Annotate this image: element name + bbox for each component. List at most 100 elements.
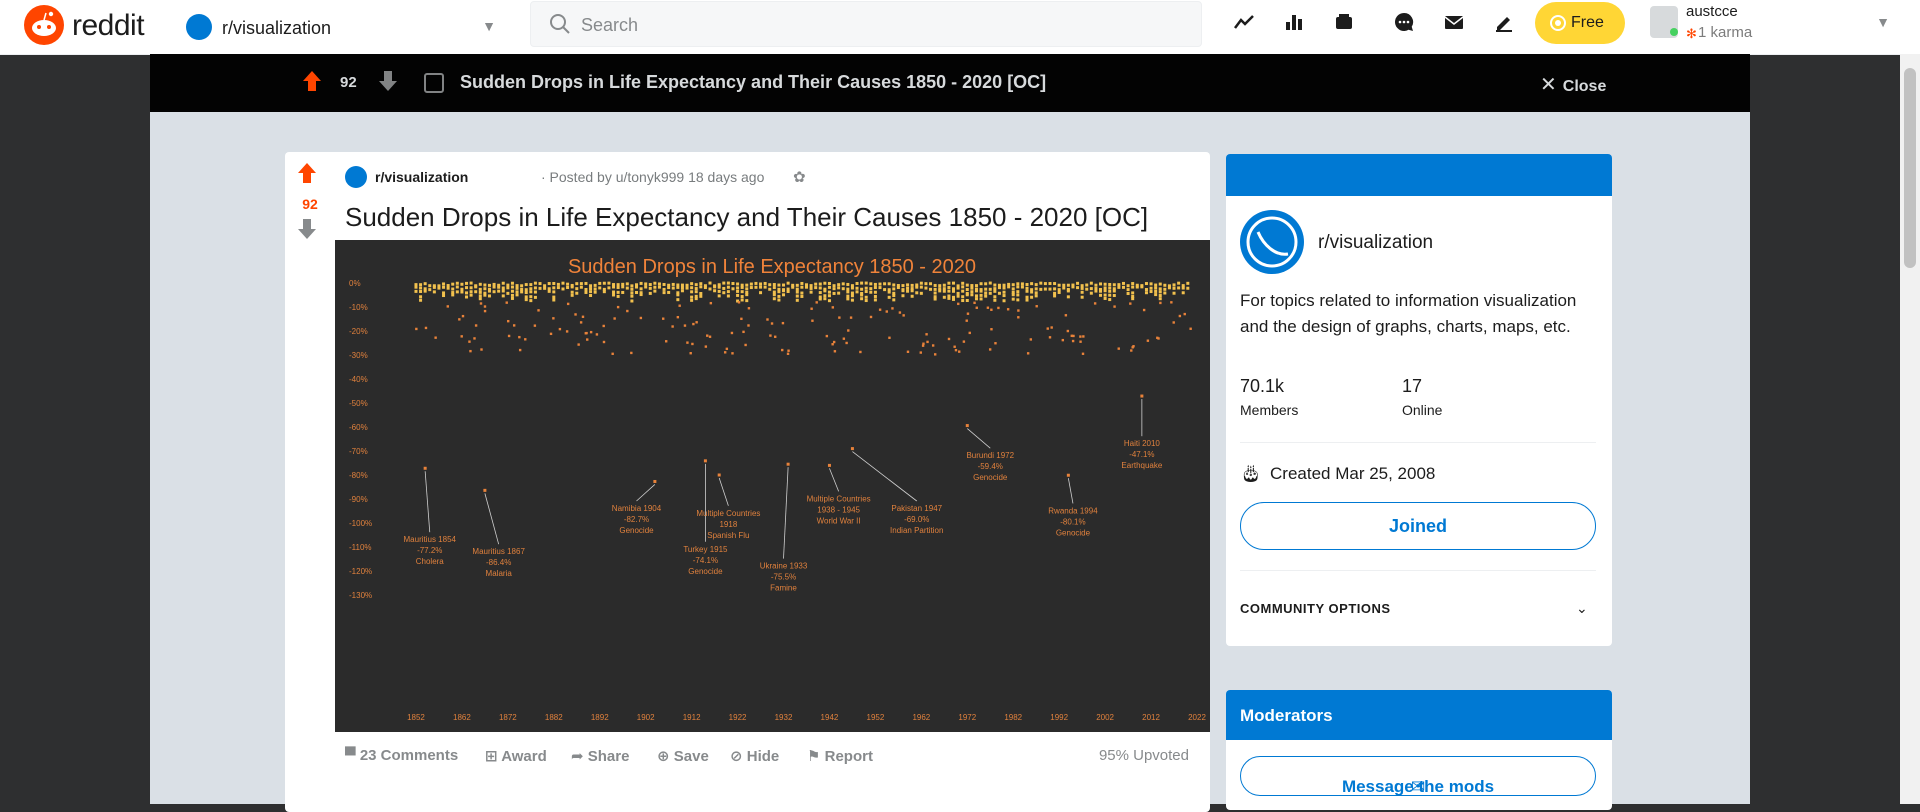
reddit-wordmark[interactable]: reddit bbox=[72, 9, 145, 43]
comments-button[interactable]: ▀ 23 Comments bbox=[345, 747, 458, 764]
drop-marker bbox=[922, 342, 925, 345]
create-post-icon[interactable] bbox=[1488, 10, 1520, 42]
drop-marker bbox=[468, 340, 471, 343]
drop-marker bbox=[1066, 329, 1070, 333]
drop-marker bbox=[1034, 291, 1038, 295]
chevron-down-icon[interactable]: ⌄ bbox=[1576, 600, 1588, 617]
drop-marker bbox=[602, 340, 606, 344]
drop-marker bbox=[726, 290, 730, 294]
drop-marker bbox=[745, 299, 749, 303]
drop-marker bbox=[1089, 291, 1093, 295]
drop-marker bbox=[961, 295, 965, 299]
popular-icon[interactable] bbox=[1278, 10, 1310, 42]
community-selector[interactable]: r/visualization ▼ bbox=[186, 10, 496, 44]
subreddit-link[interactable]: r/visualization bbox=[375, 169, 468, 185]
scrollbar[interactable] bbox=[1900, 54, 1920, 804]
drop-marker bbox=[1177, 286, 1181, 290]
joined-button[interactable]: Joined bbox=[1240, 502, 1596, 550]
share-button[interactable]: ➦ Share bbox=[571, 747, 629, 765]
y-tick-label: -100% bbox=[349, 519, 372, 528]
upvote-arrow-icon[interactable] bbox=[302, 70, 322, 98]
scrollbar-thumb[interactable] bbox=[1904, 68, 1916, 268]
media-icon[interactable] bbox=[1328, 10, 1360, 42]
drop-marker bbox=[575, 291, 579, 295]
drop-marker bbox=[726, 285, 730, 289]
drop-marker bbox=[1085, 283, 1089, 287]
close-button[interactable]: ✕ Close bbox=[1540, 72, 1606, 97]
drop-marker bbox=[593, 287, 597, 291]
drop-marker bbox=[1099, 282, 1103, 286]
downvote-arrow-icon[interactable] bbox=[297, 218, 317, 246]
drop-marker bbox=[653, 285, 657, 289]
event-point bbox=[965, 424, 969, 428]
downvote-arrow-icon[interactable] bbox=[378, 70, 398, 98]
upvote-arrow-icon[interactable] bbox=[297, 162, 317, 190]
drop-marker bbox=[892, 287, 896, 291]
post-image-chart[interactable]: Sudden Drops in Life Expectancy 1850 - 2… bbox=[335, 240, 1210, 732]
event-annotation: World War II bbox=[817, 516, 861, 525]
search-input[interactable]: Search bbox=[530, 1, 1202, 47]
message-mods-button[interactable]: ✉ Message the mods bbox=[1240, 756, 1596, 796]
event-annotation: -59.4% bbox=[978, 462, 1003, 471]
chat-icon[interactable] bbox=[1388, 10, 1420, 42]
user-menu[interactable]: austcce ✻ 1 karma ▼ bbox=[1650, 2, 1890, 46]
drop-marker bbox=[993, 283, 997, 287]
drop-marker bbox=[465, 295, 469, 299]
drop-marker bbox=[795, 283, 799, 287]
drop-marker bbox=[961, 281, 965, 285]
hide-button[interactable]: ⊘ Hide bbox=[730, 747, 779, 765]
drop-marker bbox=[850, 291, 854, 295]
community-avatar[interactable] bbox=[1240, 210, 1304, 274]
drop-marker bbox=[1126, 288, 1130, 292]
drop-marker bbox=[593, 290, 597, 294]
drop-marker bbox=[818, 282, 822, 286]
save-button[interactable]: ⊕ Save bbox=[657, 747, 709, 765]
drop-marker bbox=[1080, 284, 1084, 288]
drop-marker bbox=[754, 281, 758, 285]
drop-marker bbox=[892, 298, 896, 302]
drop-marker bbox=[1117, 347, 1120, 350]
subreddit-icon[interactable] bbox=[345, 166, 367, 188]
drop-marker bbox=[699, 294, 703, 298]
community-options-toggle[interactable]: COMMUNITY OPTIONS bbox=[1240, 601, 1391, 616]
drop-marker bbox=[529, 283, 533, 287]
drop-marker bbox=[446, 284, 450, 288]
inbox-icon[interactable] bbox=[1438, 10, 1470, 42]
trending-icon[interactable] bbox=[1228, 10, 1260, 42]
free-coins-button[interactable]: Free bbox=[1535, 2, 1625, 44]
drop-marker bbox=[515, 284, 519, 288]
drop-marker bbox=[1156, 336, 1159, 340]
drop-marker bbox=[786, 352, 790, 355]
drop-marker bbox=[947, 296, 951, 300]
drop-marker bbox=[460, 282, 464, 286]
drop-marker bbox=[717, 294, 721, 298]
drop-marker bbox=[699, 282, 703, 286]
drop-marker bbox=[1132, 345, 1135, 348]
report-button[interactable]: ⚑ Report bbox=[807, 747, 873, 765]
drop-marker bbox=[850, 294, 854, 298]
drop-marker bbox=[988, 281, 992, 285]
drop-marker bbox=[708, 287, 712, 291]
drop-marker bbox=[1117, 285, 1121, 289]
drop-marker bbox=[1112, 289, 1116, 293]
drop-marker bbox=[574, 313, 577, 316]
drop-marker bbox=[772, 297, 776, 301]
drop-marker bbox=[607, 281, 611, 285]
drop-marker bbox=[795, 298, 799, 302]
posted-by[interactable]: · Posted by u/tonyk999 18 days ago bbox=[541, 169, 764, 185]
award-button[interactable]: ⊞ Award bbox=[485, 747, 547, 765]
sidebar-community-name[interactable]: r/visualization bbox=[1318, 232, 1433, 254]
drop-marker bbox=[1108, 286, 1112, 290]
drop-marker bbox=[683, 324, 687, 327]
reddit-logo-icon[interactable] bbox=[24, 5, 64, 45]
drop-marker bbox=[1035, 305, 1038, 308]
drop-marker bbox=[847, 329, 850, 332]
drop-marker bbox=[1163, 283, 1167, 287]
drop-marker bbox=[1103, 289, 1107, 293]
drop-marker bbox=[1158, 297, 1162, 301]
divider bbox=[1240, 442, 1596, 443]
drop-marker bbox=[1172, 291, 1176, 295]
drop-marker bbox=[974, 284, 978, 288]
drop-marker bbox=[993, 295, 997, 299]
drop-marker bbox=[478, 290, 482, 294]
